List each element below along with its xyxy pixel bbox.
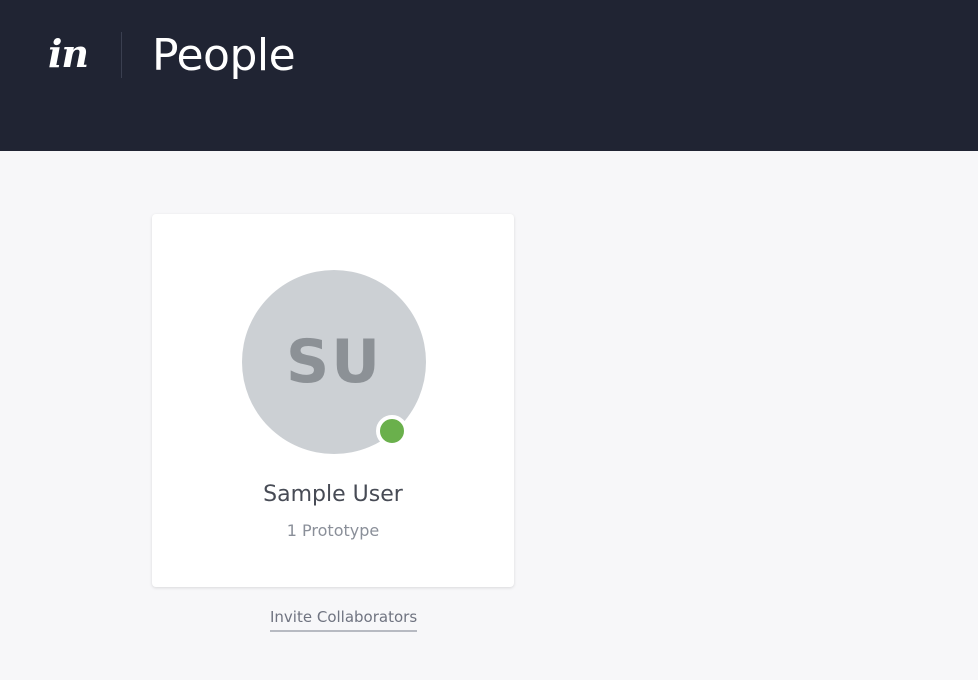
page-title: People [152,30,296,81]
avatar-initials: SU [286,327,382,397]
invite-collaborators-link[interactable]: Invite Collaborators [270,608,418,632]
header-divider [121,32,122,78]
online-status-icon [376,415,408,447]
invision-logo[interactable]: in [48,30,89,78]
top-nav-bar: in People [0,0,978,151]
prototype-count: 1 Prototype [286,521,380,540]
user-name: Sample User [263,482,403,507]
user-card[interactable]: SU Sample User 1 Prototype [152,214,514,587]
